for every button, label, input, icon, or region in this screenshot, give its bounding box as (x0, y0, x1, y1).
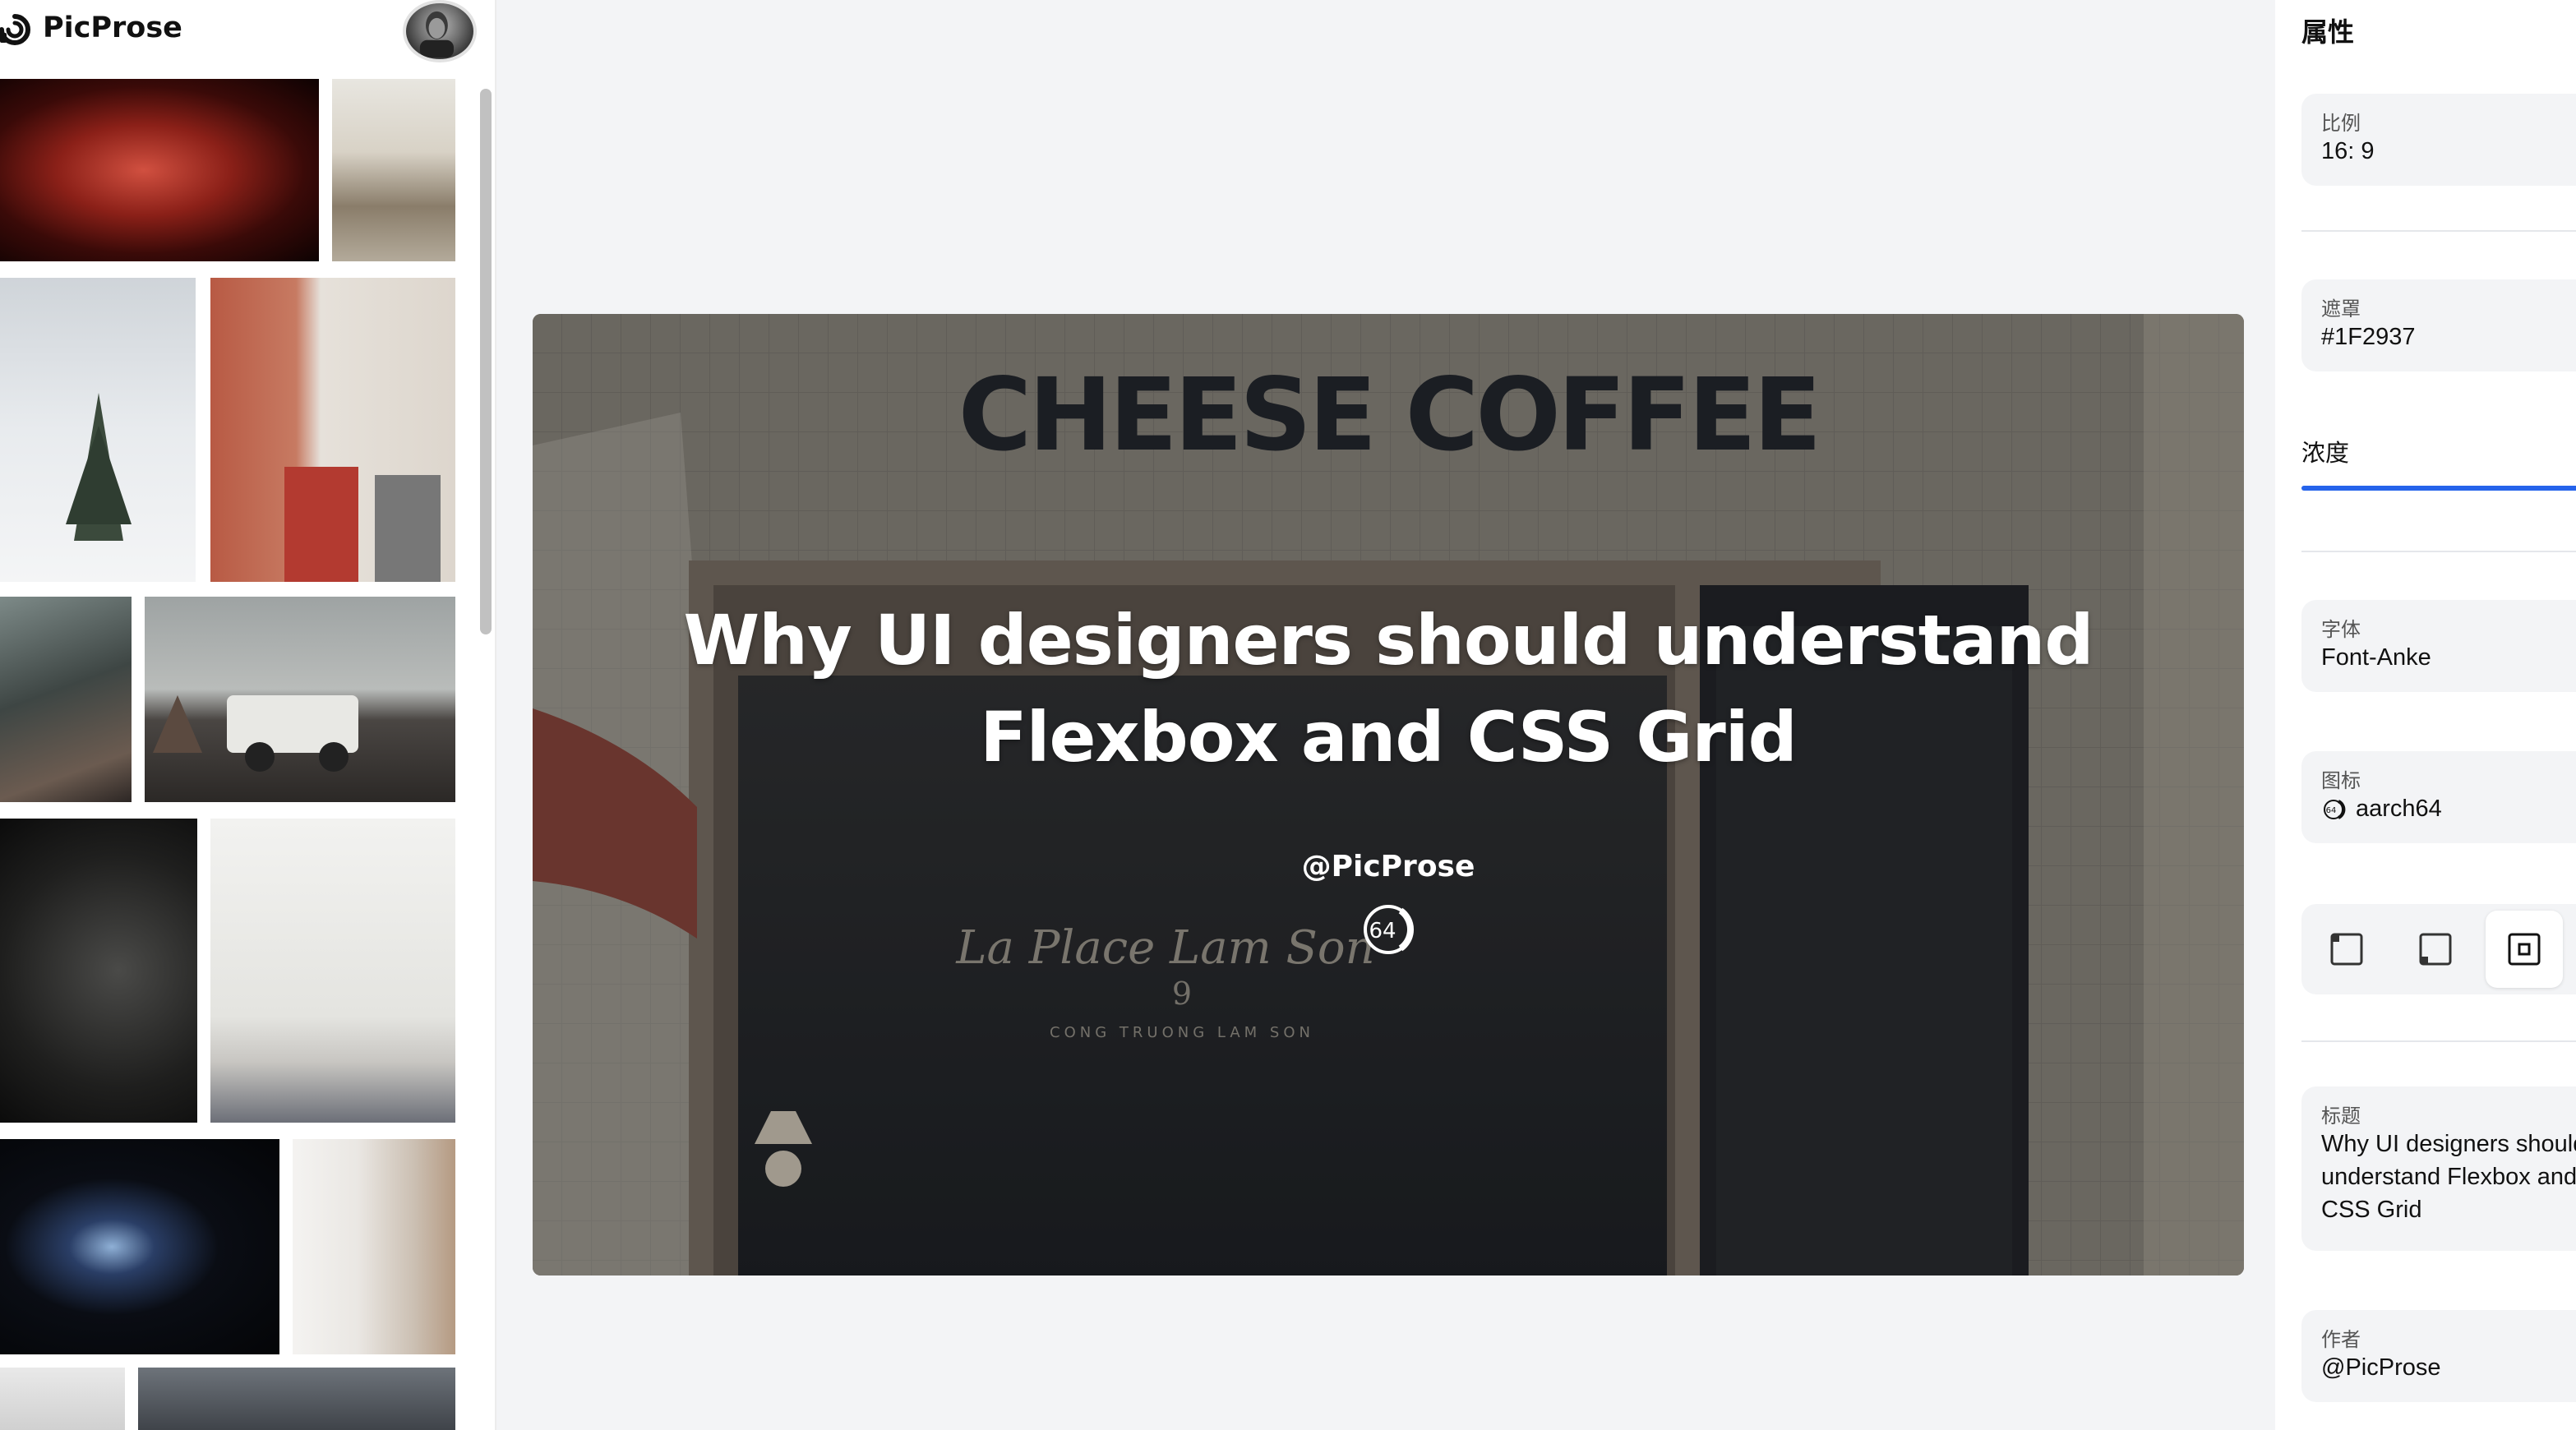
divider (2301, 230, 2576, 232)
preview-canvas: CHEESE COFFEE La Place Lam Son 9 CONG TR… (498, 0, 2275, 1430)
gallery-image-greenhouse[interactable] (332, 79, 455, 261)
author-input[interactable]: 作者 @PicProse (2301, 1310, 2576, 1402)
gallery-image-white-building[interactable] (293, 1139, 455, 1354)
gallery-image-red-fabric[interactable] (0, 79, 319, 261)
icon-select[interactable]: 图标 64 aarch64 (2301, 751, 2576, 843)
divider (2301, 1040, 2576, 1042)
image-gallery (0, 79, 460, 1430)
mask-color-field[interactable]: 遮罩 #1F2937 (2301, 279, 2576, 371)
top-left-icon (2330, 933, 2363, 966)
gallery-image-snowy-tree[interactable] (0, 278, 196, 582)
properties-panel: 属性 比例 16: 9 遮罩 #1F2937 浓度 字体 Font-Anke 图… (2275, 0, 2576, 1430)
opacity-slider[interactable] (2301, 478, 2576, 503)
position-center-button[interactable] (2486, 911, 2563, 988)
brand-header: PicProse (0, 0, 495, 62)
cover-title: Why UI designers should understand Flexb… (683, 600, 2094, 777)
title-value[interactable]: Why UI designers should understand Flexb… (2321, 1128, 2576, 1226)
properties-title: 属性 (2301, 17, 2355, 47)
aarch64-icon: 64 (2324, 799, 2346, 819)
font-value: Font-Anke (2321, 644, 2431, 671)
title-textarea[interactable]: 标题 Why UI designers should understand Fl… (2301, 1086, 2576, 1251)
svg-text:64: 64 (2326, 806, 2337, 815)
bottom-left-icon (2419, 933, 2452, 966)
icon-label: 图标 (2321, 770, 2361, 792)
position-top-left-button[interactable] (2308, 911, 2385, 988)
font-select[interactable]: 字体 Font-Anke (2301, 600, 2576, 692)
title-label: 标题 (2321, 1105, 2361, 1128)
brand-name: PicProse (43, 12, 182, 44)
mask-label: 遮罩 (2321, 298, 2361, 321)
ratio-select[interactable]: 比例 16: 9 (2301, 94, 2576, 186)
ratio-label: 比例 (2321, 113, 2361, 135)
font-label: 字体 (2321, 619, 2361, 641)
gallery-image-jellyfish[interactable] (0, 1139, 279, 1354)
icon-value: aarch64 (2356, 796, 2442, 822)
cover-author-row: @PicProse 64 (533, 850, 2244, 989)
gallery-image-dark-leaves[interactable] (0, 819, 197, 1123)
gallery-image-portrait[interactable] (0, 1368, 125, 1430)
svg-text:64: 64 (1369, 919, 1396, 943)
picprose-logo-icon (0, 14, 30, 45)
gallery-image-mountains[interactable] (0, 597, 132, 802)
picprose-app: PicProse CHEESE COFFEE La Place Lam Son … (0, 0, 2576, 1430)
gallery-image-red-building[interactable] (210, 278, 455, 582)
divider (2301, 551, 2576, 552)
opacity-label: 浓度 (2301, 441, 2350, 467)
author-label: 作者 (2321, 1329, 2361, 1351)
gallery-image-land-rover[interactable] (145, 597, 455, 802)
icon-value-row: 64 aarch64 (2321, 796, 2442, 823)
gallery-scrollbar-thumb[interactable] (480, 89, 492, 634)
image-sidebar: PicProse (0, 0, 496, 1430)
author-value[interactable]: @PicProse (2321, 1354, 2440, 1382)
center-icon (2508, 933, 2541, 966)
opacity-slider-fill (2301, 486, 2576, 491)
cover-mask-overlay (533, 314, 2244, 1275)
cover-author: @PicProse (1301, 850, 1475, 883)
cover-preview: CHEESE COFFEE La Place Lam Son 9 CONG TR… (533, 314, 2244, 1275)
aarch64-icon: 64 (1364, 905, 1414, 954)
gallery-image-umbrella-street[interactable] (138, 1368, 455, 1430)
user-avatar[interactable] (403, 0, 477, 62)
mask-value: #1F2937 (2321, 324, 2416, 350)
icon-position-group (2301, 904, 2576, 994)
ratio-value: 16: 9 (2321, 138, 2375, 164)
position-bottom-left-button[interactable] (2397, 911, 2474, 988)
gallery-image-garage[interactable] (210, 819, 455, 1123)
